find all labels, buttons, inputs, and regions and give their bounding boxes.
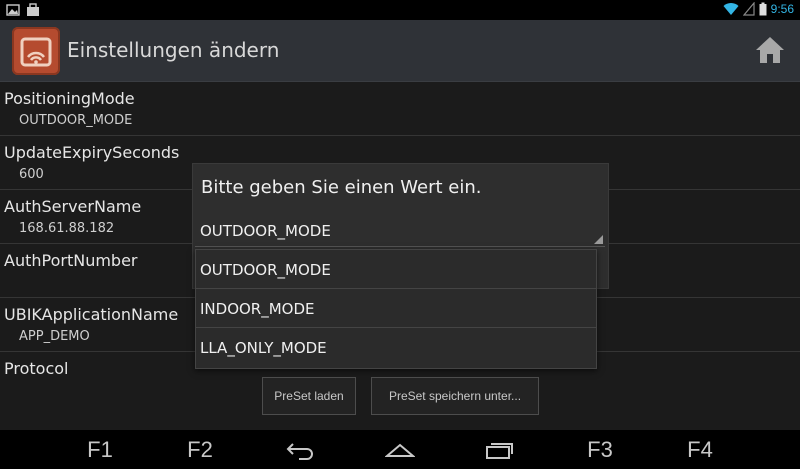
preset-load-button[interactable]: PreSet laden	[262, 377, 356, 415]
mode-dropdown-list: OUTDOOR_MODE INDOOR_MODE LLA_ONLY_MODE	[195, 249, 597, 369]
pref-title: UBIKApplicationName	[4, 305, 179, 324]
battery-icon	[759, 2, 767, 16]
mode-spinner[interactable]: OUTDOOR_MODE	[195, 216, 605, 247]
wifi-icon	[723, 3, 739, 16]
back-icon	[286, 442, 313, 460]
home-icon[interactable]	[754, 34, 786, 66]
option-label: INDOOR_MODE	[200, 300, 315, 318]
pref-title: PositioningMode	[4, 89, 135, 108]
option-label: OUTDOOR_MODE	[200, 261, 331, 279]
bag-icon	[27, 3, 39, 16]
pref-title: AuthPortNumber	[4, 251, 138, 270]
pref-value: 168.61.88.182	[19, 221, 115, 236]
action-bar: Einstellungen ändern	[0, 20, 800, 82]
f4-button[interactable]: F4	[675, 430, 725, 469]
recent-apps-icon	[486, 442, 513, 459]
option-label: LLA_ONLY_MODE	[200, 339, 327, 357]
spinner-selected-value: OUTDOOR_MODE	[200, 222, 331, 240]
status-time: 9:56	[770, 2, 794, 16]
f1-label: F1	[87, 436, 113, 462]
dropdown-option-indoor[interactable]: INDOOR_MODE	[196, 289, 596, 328]
spinner-arrow-icon	[594, 235, 603, 244]
signal-icon	[742, 2, 755, 16]
gallery-icon	[6, 4, 20, 16]
pref-value: OUTDOOR_MODE	[19, 113, 133, 128]
f3-button[interactable]: F3	[575, 430, 625, 469]
f2-label: F2	[187, 436, 213, 462]
dropdown-option-lla-only[interactable]: LLA_ONLY_MODE	[196, 328, 596, 366]
f1-button[interactable]: F1	[75, 430, 125, 469]
pref-title: UpdateExpirySeconds	[4, 143, 180, 162]
f3-label: F3	[587, 436, 613, 462]
dialog-title: Bitte geben Sie einen Wert ein.	[201, 177, 482, 198]
pref-positioning-mode[interactable]: PositioningMode OUTDOOR_MODE	[0, 82, 800, 136]
recent-apps-button[interactable]	[480, 430, 520, 469]
pref-value: APP_DEMO	[19, 329, 90, 344]
page-title: Einstellungen ändern	[67, 38, 280, 62]
dropdown-option-outdoor[interactable]: OUTDOOR_MODE	[196, 250, 596, 289]
f2-button[interactable]: F2	[175, 430, 225, 469]
f4-label: F4	[687, 436, 713, 462]
status-bar: 9:56	[0, 0, 800, 20]
preset-save-as-button[interactable]: PreSet speichern unter...	[371, 377, 539, 415]
navigation-bar: F1 F2 F3 F4	[0, 430, 800, 469]
pref-value: 600	[19, 167, 44, 182]
home-nav-button[interactable]	[380, 430, 420, 469]
back-button[interactable]	[280, 430, 320, 469]
pref-title: AuthServerName	[4, 197, 142, 216]
home-nav-icon	[385, 443, 415, 457]
pref-title: Protocol	[4, 359, 69, 378]
wifi-app-icon	[12, 27, 60, 75]
